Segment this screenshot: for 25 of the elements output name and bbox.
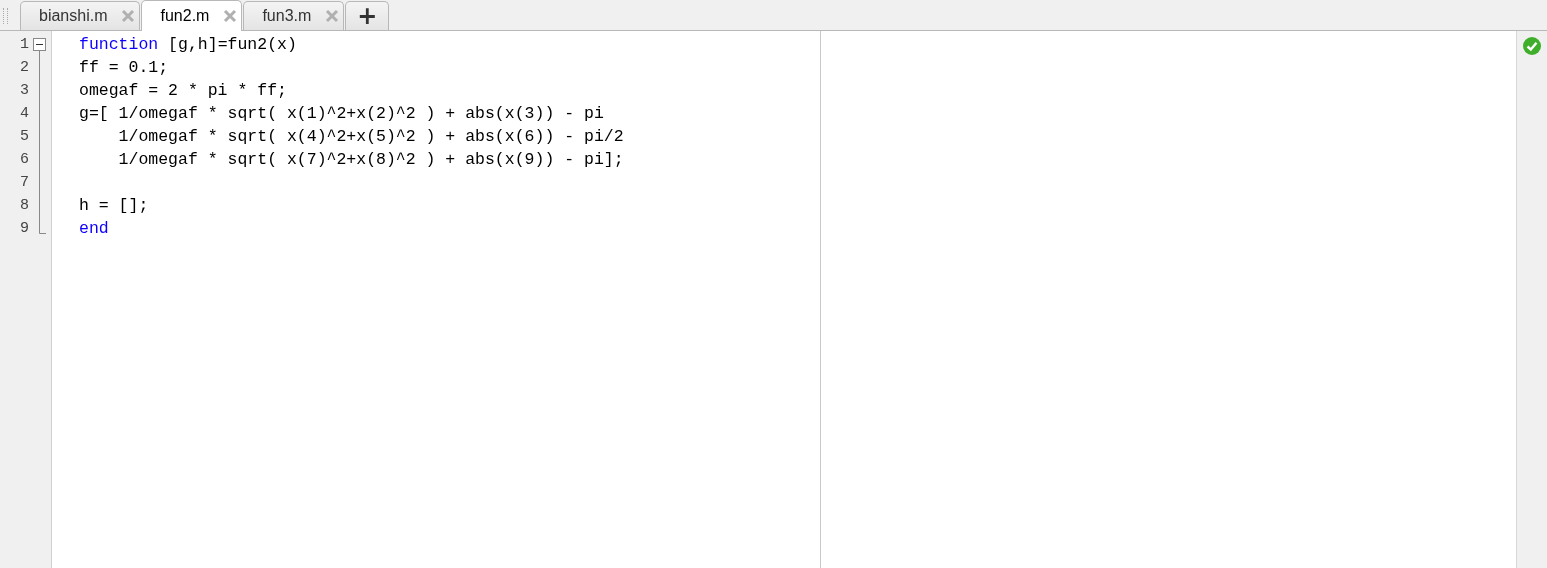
line-number: 6: [19, 151, 29, 168]
line-number: 7: [19, 174, 29, 191]
code-line: ff = 0.1;: [79, 58, 169, 77]
line-number: 9: [19, 220, 29, 237]
close-icon[interactable]: [121, 9, 136, 23]
line-number: 1: [19, 36, 29, 53]
file-tab[interactable]: bianshi.m: [20, 1, 141, 30]
new-tab-button[interactable]: +: [345, 1, 390, 30]
collapse-toggle-icon[interactable]: [33, 38, 46, 51]
code-line: function [g,h]=fun2(x): [79, 35, 297, 54]
line-number: 2: [19, 59, 29, 76]
close-icon[interactable]: [325, 9, 340, 23]
code-line: end: [79, 219, 109, 238]
code-line: omegaf = 2 * pi * ff;: [79, 81, 287, 100]
code-line: 1/omegaf * sqrt( x(7)^2+x(8)^2 ) + abs(x(9)) - pi];: [117, 150, 624, 169]
file-tab[interactable]: fun3.m: [243, 1, 345, 30]
line-number: 4: [19, 105, 29, 122]
line-number: 5: [19, 128, 29, 145]
code-line: g=[ 1/omegaf * sqrt( x(1)^2+x(2)^2 ) + abs(x(3)) - pi: [79, 104, 604, 123]
line-number: 8: [19, 197, 29, 214]
line-number: 3: [19, 82, 29, 99]
close-icon[interactable]: [223, 9, 238, 23]
code-line: 1/omegaf * sqrt( x(4)^2+x(5)^2 ) + abs(x(6)) - pi/2: [117, 127, 624, 146]
code-line: h = [];: [79, 196, 149, 215]
file-tab[interactable]: fun2.m: [141, 0, 243, 31]
